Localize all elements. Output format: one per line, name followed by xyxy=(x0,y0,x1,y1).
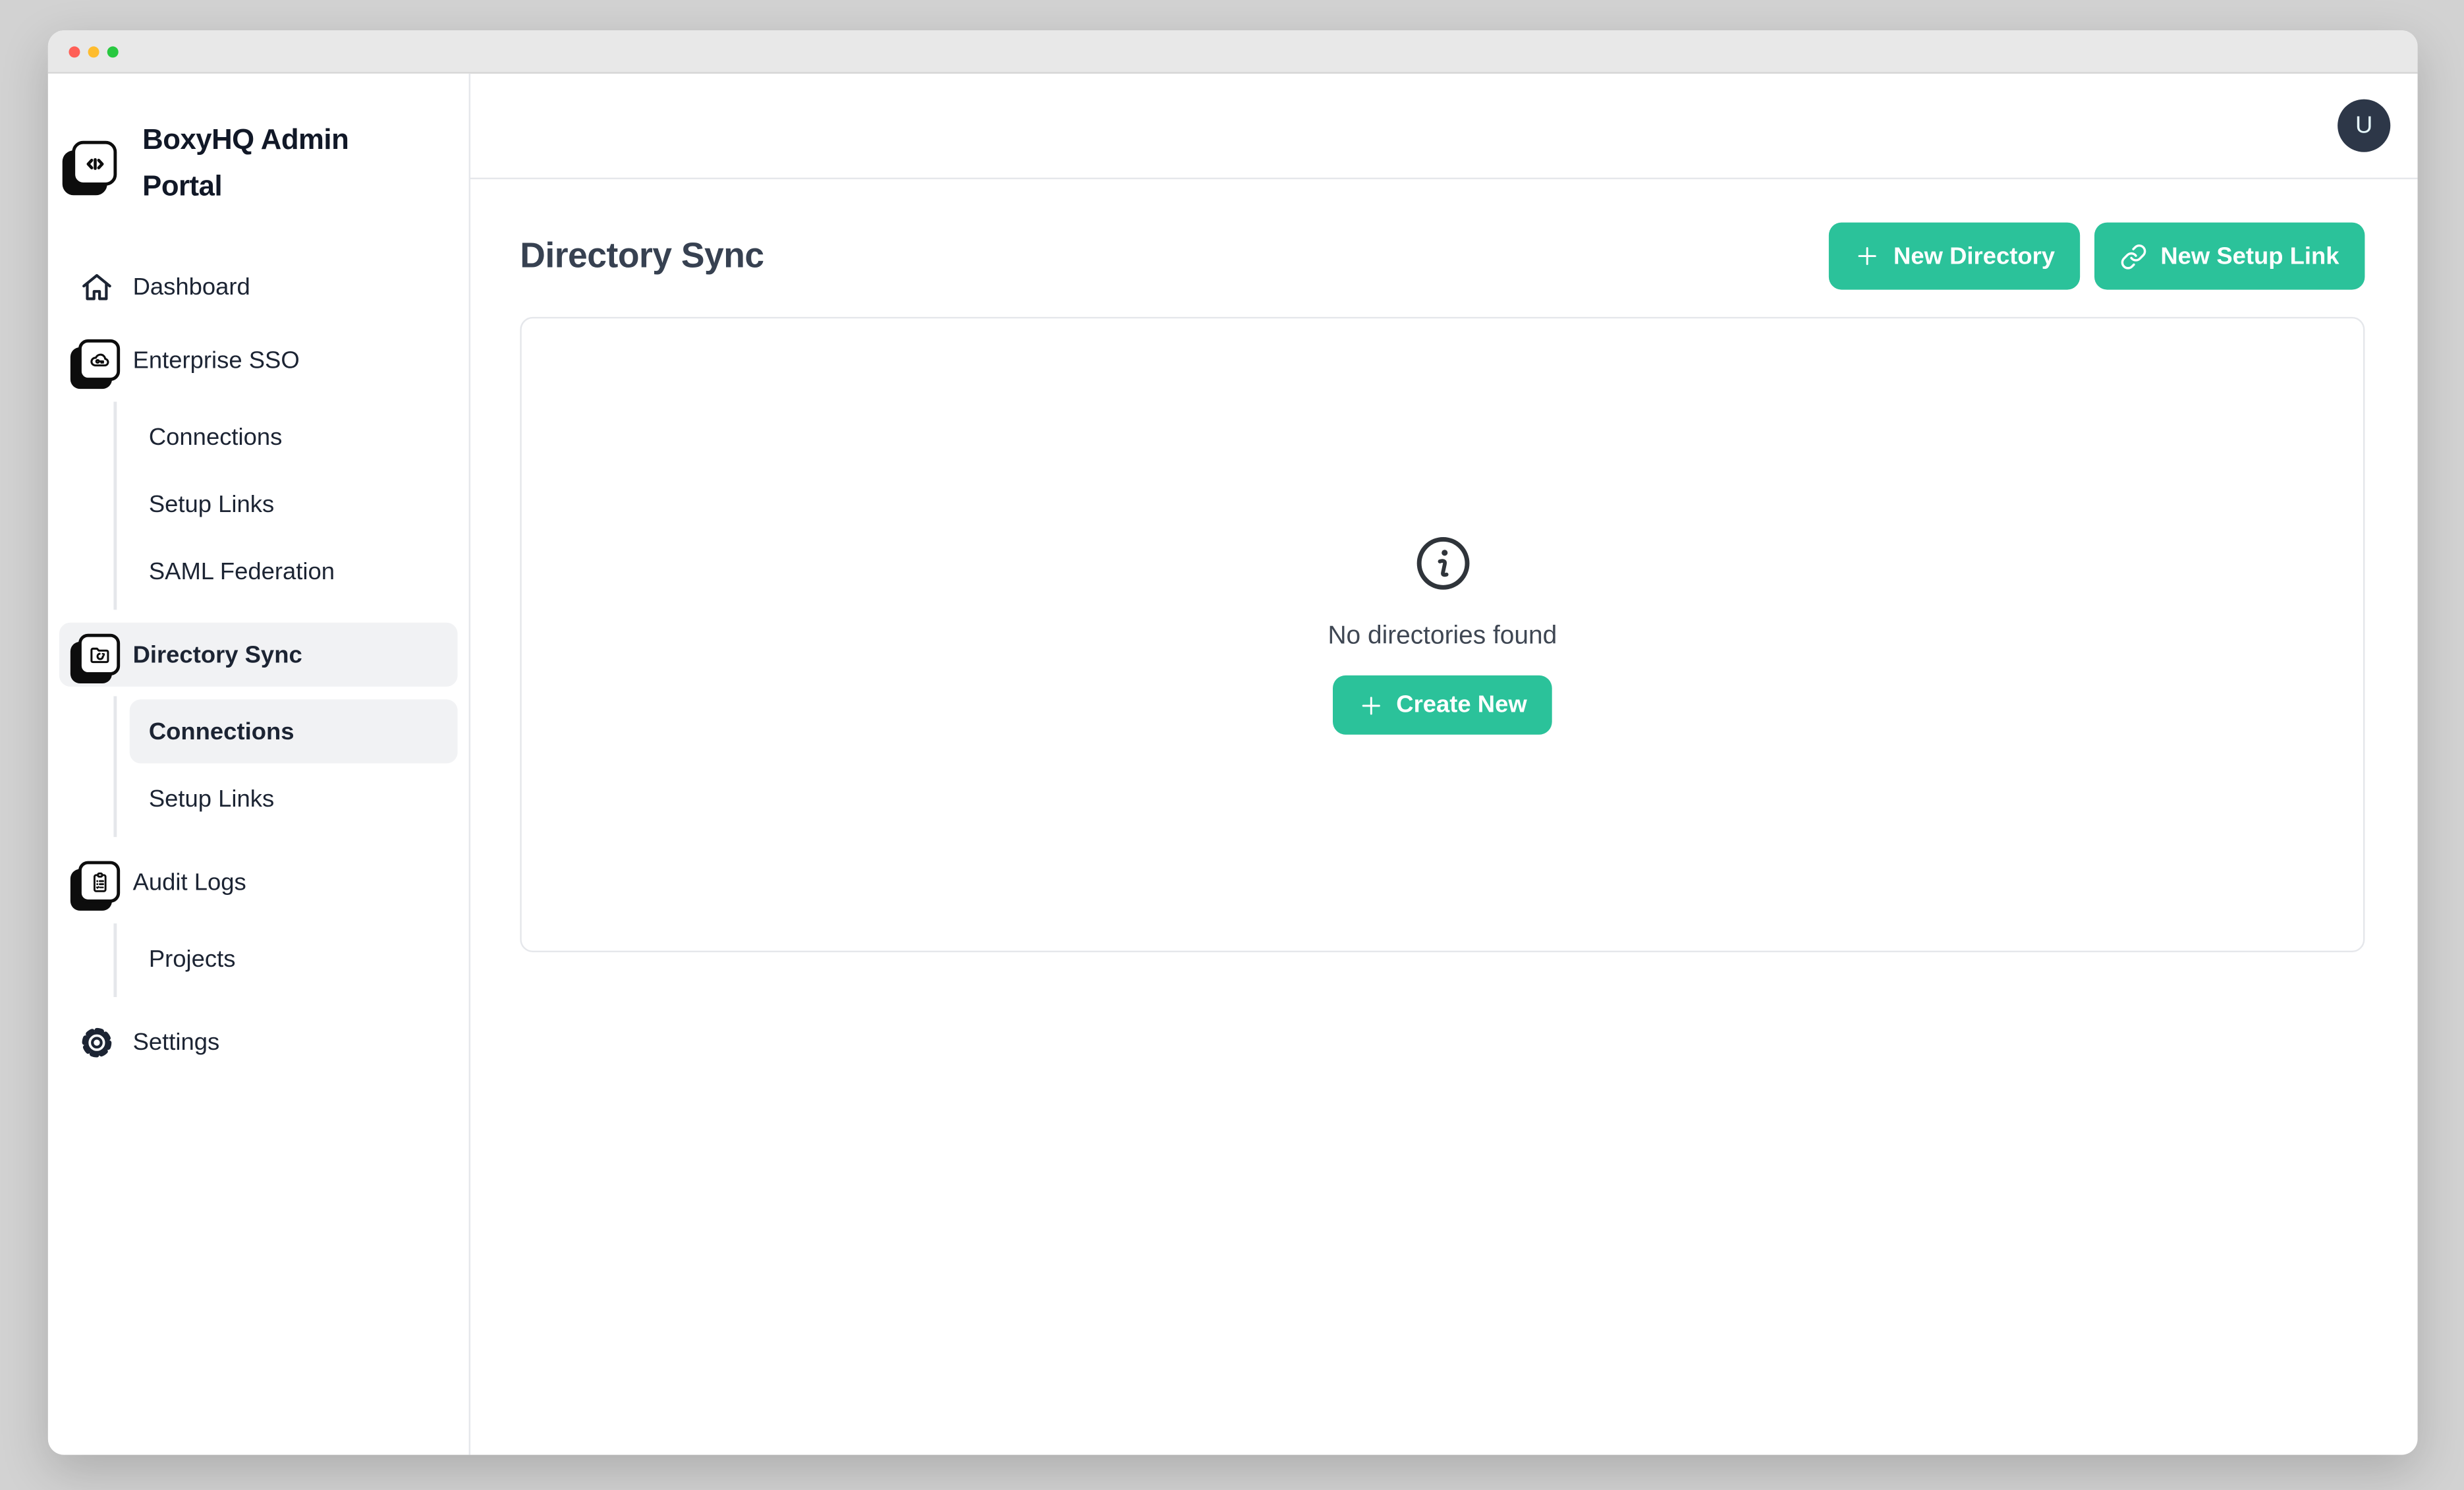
sidebar: BoxyHQ Admin Portal Dashboard xyxy=(48,74,470,1455)
home-icon xyxy=(72,268,120,305)
screen: BoxyHQ Admin Portal Dashboard xyxy=(0,0,2464,1490)
sidebar-item-label: Connections xyxy=(149,718,294,745)
sidebar-item-label: Audit Logs xyxy=(133,868,246,895)
main-column: U Directory Sync xyxy=(470,74,2418,1455)
window-titlebar xyxy=(48,30,2418,74)
page-header: Directory Sync New Directory xyxy=(520,223,2365,290)
sidebar-item-sso-setup-links[interactable]: Setup Links xyxy=(130,472,458,536)
button-label: New Setup Link xyxy=(2160,243,2339,270)
main-content: Directory Sync New Directory xyxy=(470,179,2418,1455)
sidebar-item-dsync-setup-links[interactable]: Setup Links xyxy=(130,766,458,830)
avatar-initial: U xyxy=(2355,112,2372,139)
sidebar-item-dsync-connections[interactable]: Connections xyxy=(130,699,458,763)
sidebar-item-audit-logs[interactable]: Audit Logs xyxy=(59,850,458,914)
sidebar-item-label: Setup Links xyxy=(149,785,274,812)
sidebar-item-label: SAML Federation xyxy=(149,558,335,585)
info-icon xyxy=(1414,534,1471,600)
sidebar-nav: Dashboard xyxy=(48,254,469,1074)
button-label: Create New xyxy=(1396,691,1526,718)
sidebar-item-projects[interactable]: Projects xyxy=(130,927,458,990)
sidebar-item-dashboard[interactable]: Dashboard xyxy=(59,254,458,318)
sidebar-item-directory-sync[interactable]: Directory Sync xyxy=(59,623,458,687)
plus-icon xyxy=(1358,692,1384,718)
app-window: BoxyHQ Admin Portal Dashboard xyxy=(48,30,2418,1454)
sidebar-item-sso-connections[interactable]: Connections xyxy=(130,405,458,469)
clipboard-check-icon xyxy=(78,861,120,903)
empty-state-message: No directories found xyxy=(1328,623,1557,652)
link-icon xyxy=(2121,243,2148,270)
page-title: Directory Sync xyxy=(520,235,764,277)
new-directory-button[interactable]: New Directory xyxy=(1830,223,2081,290)
sidebar-item-label: Connections xyxy=(149,423,283,450)
sidebar-item-label: Enterprise SSO xyxy=(133,347,300,374)
directories-empty-card: No directories found Create New xyxy=(520,317,2365,952)
sidebar-item-enterprise-sso[interactable]: Enterprise SSO xyxy=(59,328,458,392)
close-window-button[interactable] xyxy=(69,45,80,57)
cloud-key-icon xyxy=(78,339,120,381)
app-title: BoxyHQ Admin Portal xyxy=(142,117,363,210)
folder-sync-icon xyxy=(78,634,120,675)
sidebar-item-label: Dashboard xyxy=(133,273,250,300)
create-new-button[interactable]: Create New xyxy=(1332,675,1552,735)
code-icon xyxy=(72,141,117,186)
page-actions: New Directory New Setup Link xyxy=(1830,223,2365,290)
maximize-window-button[interactable] xyxy=(107,45,119,57)
sidebar-item-settings[interactable]: Settings xyxy=(59,1010,458,1074)
app-body: BoxyHQ Admin Portal Dashboard xyxy=(48,74,2418,1455)
gear-icon xyxy=(72,1023,120,1060)
sidebar-item-label: Directory Sync xyxy=(133,641,302,668)
sidebar-subnav-audit-logs: Projects xyxy=(113,923,457,997)
sidebar-item-saml-federation[interactable]: SAML Federation xyxy=(130,539,458,603)
sidebar-item-label: Setup Links xyxy=(149,490,274,517)
top-header: U xyxy=(470,74,2418,179)
plus-icon xyxy=(1855,243,1881,269)
minimize-window-button[interactable] xyxy=(88,45,99,57)
sidebar-subnav-directory-sync: Connections Setup Links xyxy=(113,696,457,837)
sidebar-item-label: Settings xyxy=(133,1028,220,1055)
sidebar-subnav-enterprise-sso: Connections Setup Links SAML Federation xyxy=(113,402,457,610)
new-setup-link-button[interactable]: New Setup Link xyxy=(2095,223,2365,290)
app-logo[interactable]: BoxyHQ Admin Portal xyxy=(48,74,469,210)
button-label: New Directory xyxy=(1893,243,2055,270)
sidebar-item-label: Projects xyxy=(149,945,236,972)
user-avatar[interactable]: U xyxy=(2338,100,2390,152)
